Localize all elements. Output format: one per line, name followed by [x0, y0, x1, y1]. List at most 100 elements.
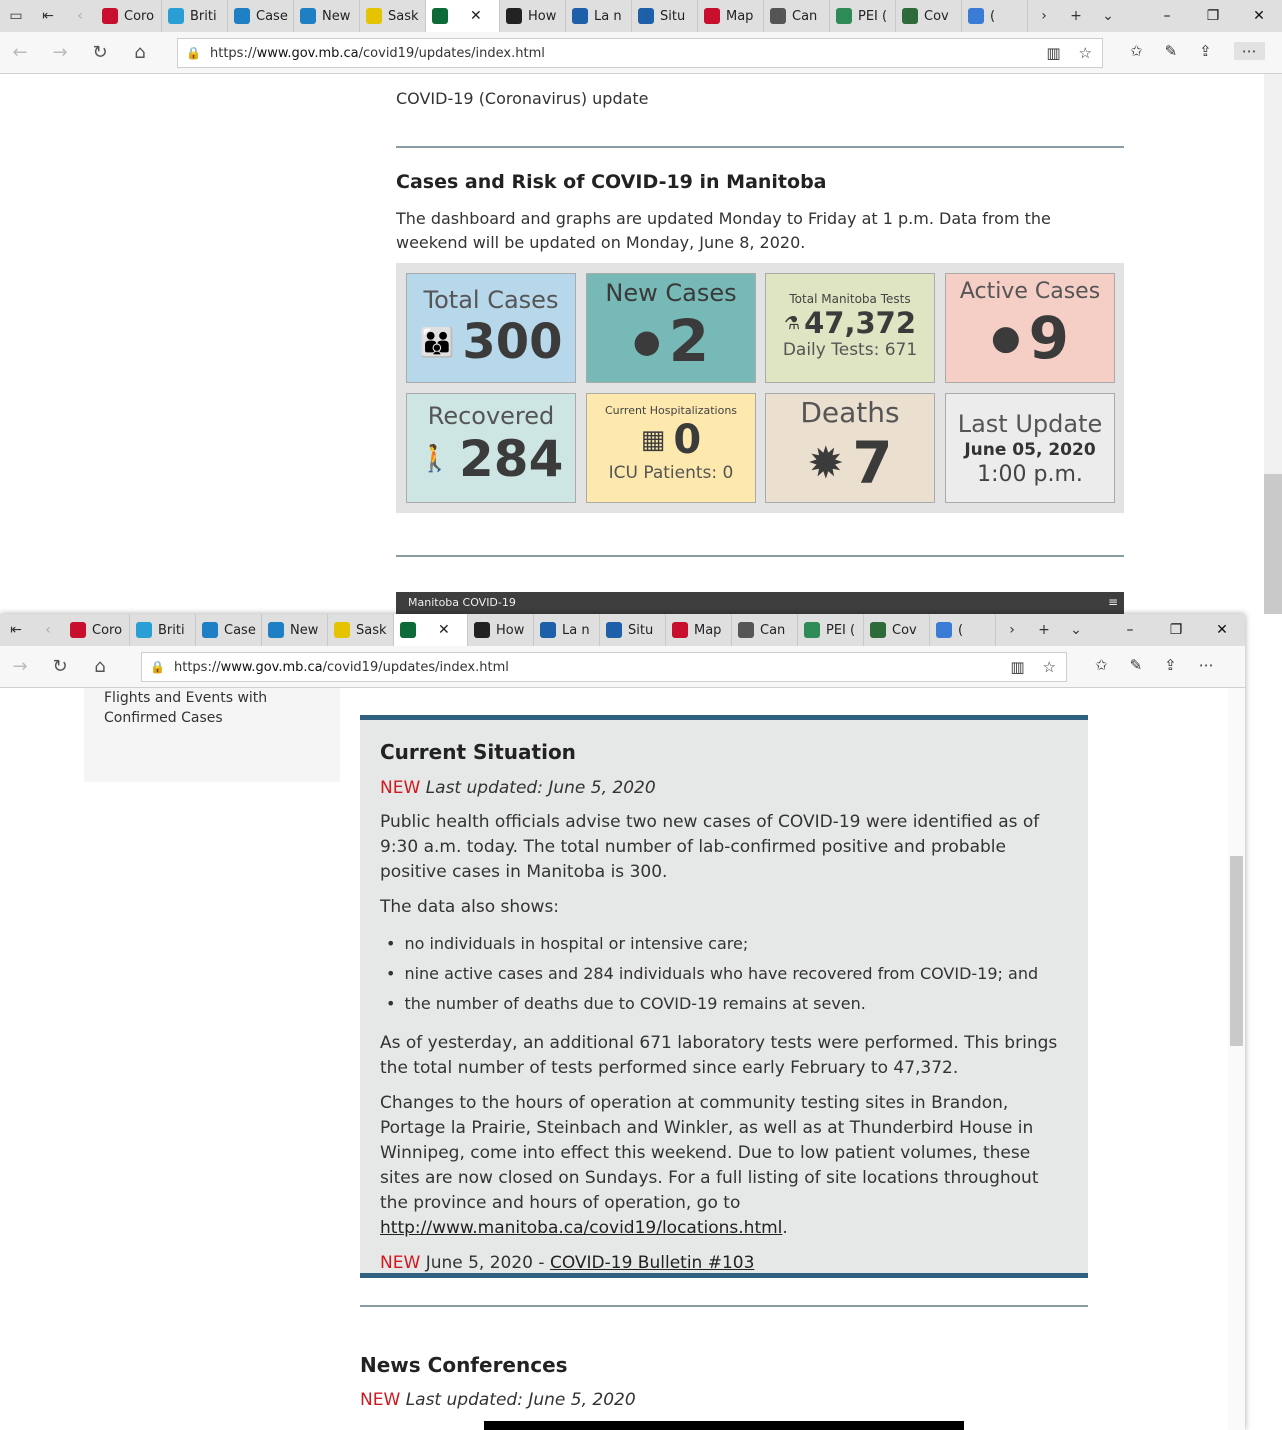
close-window-icon[interactable]: ✕ — [1199, 614, 1245, 646]
browser-tab[interactable]: Coro — [64, 614, 130, 646]
restore-icon[interactable]: ❐ — [1153, 614, 1199, 646]
browser-tab[interactable]: Situ — [600, 614, 666, 646]
share-icon[interactable]: ⇪ — [1199, 42, 1212, 60]
scrollbar[interactable] — [1264, 74, 1282, 614]
scroll-tabs-left-icon[interactable]: ‹ — [64, 0, 96, 32]
situation-para-4: Changes to the hours of operation at com… — [380, 1093, 1039, 1238]
browser-tab[interactable]: Case — [228, 0, 294, 32]
browser-tab[interactable]: ( — [930, 614, 996, 646]
browser-tab[interactable]: ( — [962, 0, 1028, 32]
new-cases-card: New Cases ● 2 — [586, 273, 756, 383]
pen-icon[interactable]: ✎ — [1130, 656, 1143, 674]
bulletin-line: NEW June 5, 2020 - COVID-19 Bulletin #10… — [380, 1251, 1068, 1275]
list-item: nine active cases and 284 individuals wh… — [386, 959, 1068, 989]
new-cases-value: 2 — [668, 307, 710, 375]
tab-list-icon[interactable]: ⌄ — [1092, 0, 1124, 32]
tab-label: New — [322, 8, 351, 24]
browser-tab[interactable]: La n — [534, 614, 600, 646]
browser-tab[interactable]: Can — [764, 0, 830, 32]
scroll-tabs-left-icon[interactable]: ‹ — [32, 614, 64, 646]
browser-tab[interactable]: Sask — [360, 0, 426, 32]
refresh-icon[interactable]: ↻ — [80, 33, 120, 73]
home-icon[interactable]: ⌂ — [120, 33, 160, 73]
browser-tab[interactable]: ✕ — [394, 614, 468, 646]
home-icon[interactable]: ⌂ — [80, 647, 120, 687]
virus-icon: ✹ — [807, 437, 845, 489]
tab-favicon-icon — [136, 622, 152, 638]
hospitalizations-card: Current Hospitalizations ▦ 0 ICU Patients… — [586, 393, 756, 503]
tabs-aside-icon[interactable]: ⇤ — [32, 0, 64, 32]
address-bar-row: ← → ↻ ⌂ 🔒 https://www.gov.mb.ca/covid19/… — [0, 32, 1282, 74]
tab-label: Case — [224, 622, 256, 638]
tab-favicon-icon — [540, 622, 556, 638]
scroll-tabs-right-icon[interactable]: › — [996, 614, 1028, 646]
browser-tab[interactable]: Map — [666, 614, 732, 646]
divider — [396, 146, 1124, 148]
more-icon[interactable]: ⋯ — [1199, 656, 1214, 674]
browser-tab[interactable]: Cov — [864, 614, 930, 646]
tab-favicon-icon — [704, 8, 720, 24]
new-cases-label: New Cases — [605, 279, 737, 307]
browser-tab[interactable]: New — [262, 614, 328, 646]
situation-para-3: As of yesterday, an additional 671 labor… — [380, 1033, 1058, 1078]
scroll-tabs-right-icon[interactable]: › — [1028, 0, 1060, 32]
url-field[interactable]: 🔒 https://www.gov.mb.ca/covid19/updates/… — [141, 652, 1067, 682]
minimize-icon[interactable]: – — [1107, 614, 1153, 646]
minimize-icon[interactable]: – — [1144, 0, 1190, 32]
pen-icon[interactable]: ✎ — [1165, 42, 1178, 60]
deaths-card: Deaths ✹ 7 — [765, 393, 935, 503]
forward-icon[interactable]: → — [40, 33, 80, 73]
favorites-icon[interactable]: ✩ — [1095, 656, 1108, 674]
browser-tab[interactable]: Coro — [96, 0, 162, 32]
browser-tab[interactable]: How — [500, 0, 566, 32]
browser-tab[interactable]: Briti — [130, 614, 196, 646]
tab-favicon-icon — [506, 8, 522, 24]
new-tab-icon[interactable]: + — [1028, 614, 1060, 646]
locations-link[interactable]: http://www.manitoba.ca/covid19/locations… — [380, 1218, 782, 1238]
close-tab-icon[interactable]: ✕ — [438, 622, 450, 638]
tab-overview-icon[interactable]: ▭ — [0, 0, 32, 32]
browser-tab[interactable]: Map — [698, 0, 764, 32]
tab-favicon-icon — [334, 622, 350, 638]
browser-tab[interactable]: How — [468, 614, 534, 646]
browser-tab[interactable]: Case — [196, 614, 262, 646]
scrollbar-thumb[interactable] — [1264, 474, 1282, 614]
scrollbar-thumb[interactable] — [1230, 856, 1243, 1046]
new-tab-icon[interactable]: + — [1060, 0, 1092, 32]
browser-tab[interactable]: New — [294, 0, 360, 32]
browser-tab[interactable]: Can — [732, 614, 798, 646]
close-tab-icon[interactable]: ✕ — [470, 8, 482, 24]
menu-icon[interactable]: ≡ — [1108, 595, 1118, 609]
favorites-icon[interactable]: ✩ — [1130, 42, 1143, 60]
browser-tab[interactable]: Briti — [162, 0, 228, 32]
reading-view-icon[interactable]: ▥ — [1010, 658, 1024, 676]
browser-tab[interactable]: La n — [566, 0, 632, 32]
bulletin-link[interactable]: COVID-19 Bulletin #103 — [550, 1253, 754, 1273]
browser-tab[interactable]: ✕ — [426, 0, 500, 32]
tabs-aside-icon[interactable]: ⇤ — [0, 614, 32, 646]
url-text: https://www.gov.mb.ca/covid19/updates/in… — [210, 45, 545, 61]
browser-tab[interactable]: PEI ( — [830, 0, 896, 32]
share-icon[interactable]: ⇪ — [1164, 656, 1177, 674]
browser-tab[interactable]: Situ — [632, 0, 698, 32]
favorite-star-icon[interactable]: ☆ — [1043, 658, 1056, 676]
sidebar-link-flights[interactable]: Flights and Events with Confirmed Cases — [104, 688, 284, 728]
total-cases-label: Total Cases — [423, 286, 559, 314]
close-window-icon[interactable]: ✕ — [1236, 0, 1282, 32]
refresh-icon[interactable]: ↻ — [40, 647, 80, 687]
more-icon[interactable]: ⋯ — [1233, 42, 1265, 60]
reading-view-icon[interactable]: ▥ — [1046, 44, 1060, 62]
restore-icon[interactable]: ❐ — [1190, 0, 1236, 32]
tab-label: Briti — [158, 622, 185, 638]
favorite-star-icon[interactable]: ☆ — [1079, 44, 1092, 62]
list-item: no individuals in hospital or intensive … — [386, 929, 1068, 959]
browser-tab[interactable]: Cov — [896, 0, 962, 32]
tab-list-icon[interactable]: ⌄ — [1060, 614, 1092, 646]
forward-icon[interactable]: → — [0, 647, 40, 687]
scrollbar[interactable] — [1228, 688, 1245, 1430]
url-field[interactable]: 🔒 https://www.gov.mb.ca/covid19/updates/… — [177, 38, 1103, 68]
browser-tab[interactable]: Sask — [328, 614, 394, 646]
browser-tab[interactable]: PEI ( — [798, 614, 864, 646]
situation-title: Current Situation — [380, 740, 576, 764]
back-icon[interactable]: ← — [0, 33, 40, 73]
